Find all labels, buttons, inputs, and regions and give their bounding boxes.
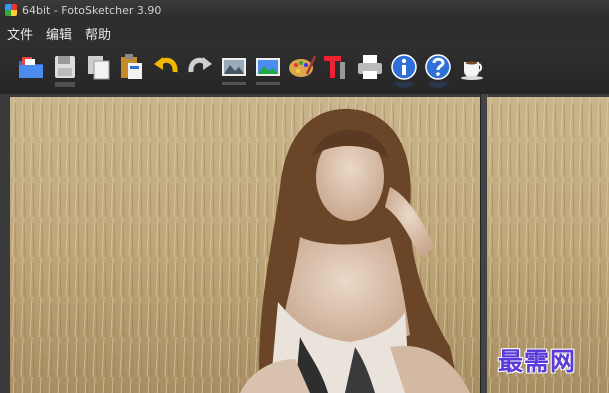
- app-logo-icon: [5, 4, 17, 16]
- toolbar-reflection: [84, 82, 114, 91]
- menu-help[interactable]: 帮助: [78, 24, 117, 43]
- original-photo: [10, 97, 480, 393]
- paste-icon[interactable]: [116, 52, 146, 82]
- toolbar-reflection: [16, 82, 46, 91]
- menu-bar: 文件 编辑 帮助: [0, 20, 609, 46]
- toolbar-reflection: [219, 82, 249, 91]
- toolbar-reflection: [253, 82, 283, 91]
- toolbar-reflection: [355, 82, 385, 91]
- menu-file[interactable]: 文件: [0, 24, 39, 43]
- title-bar: 64bit - FotoSketcher 3.90: [0, 0, 609, 20]
- save-icon[interactable]: [50, 52, 80, 82]
- window-title: 64bit - FotoSketcher 3.90: [22, 3, 162, 17]
- original-image-pane[interactable]: [10, 97, 480, 393]
- menu-edit[interactable]: 编辑: [39, 24, 78, 43]
- toolbar-reflection: [50, 82, 80, 91]
- toolbar-reflection: [389, 82, 419, 91]
- undo-icon[interactable]: [151, 52, 181, 82]
- print-icon[interactable]: [355, 52, 385, 82]
- copy-icon[interactable]: [84, 52, 114, 82]
- palette-icon[interactable]: [287, 52, 317, 82]
- result-image-icon[interactable]: [253, 52, 283, 82]
- original-image-icon[interactable]: [219, 52, 249, 82]
- toolbar: [0, 46, 609, 94]
- coffee-icon[interactable]: [458, 52, 488, 82]
- toolbar-reflection: [423, 82, 453, 91]
- redo-icon[interactable]: [185, 52, 215, 82]
- watermark-text: 最需网: [498, 347, 577, 376]
- text-icon[interactable]: [320, 52, 350, 82]
- help-icon[interactable]: [423, 52, 453, 82]
- info-icon[interactable]: [389, 52, 419, 82]
- open-folder-icon[interactable]: [16, 52, 46, 82]
